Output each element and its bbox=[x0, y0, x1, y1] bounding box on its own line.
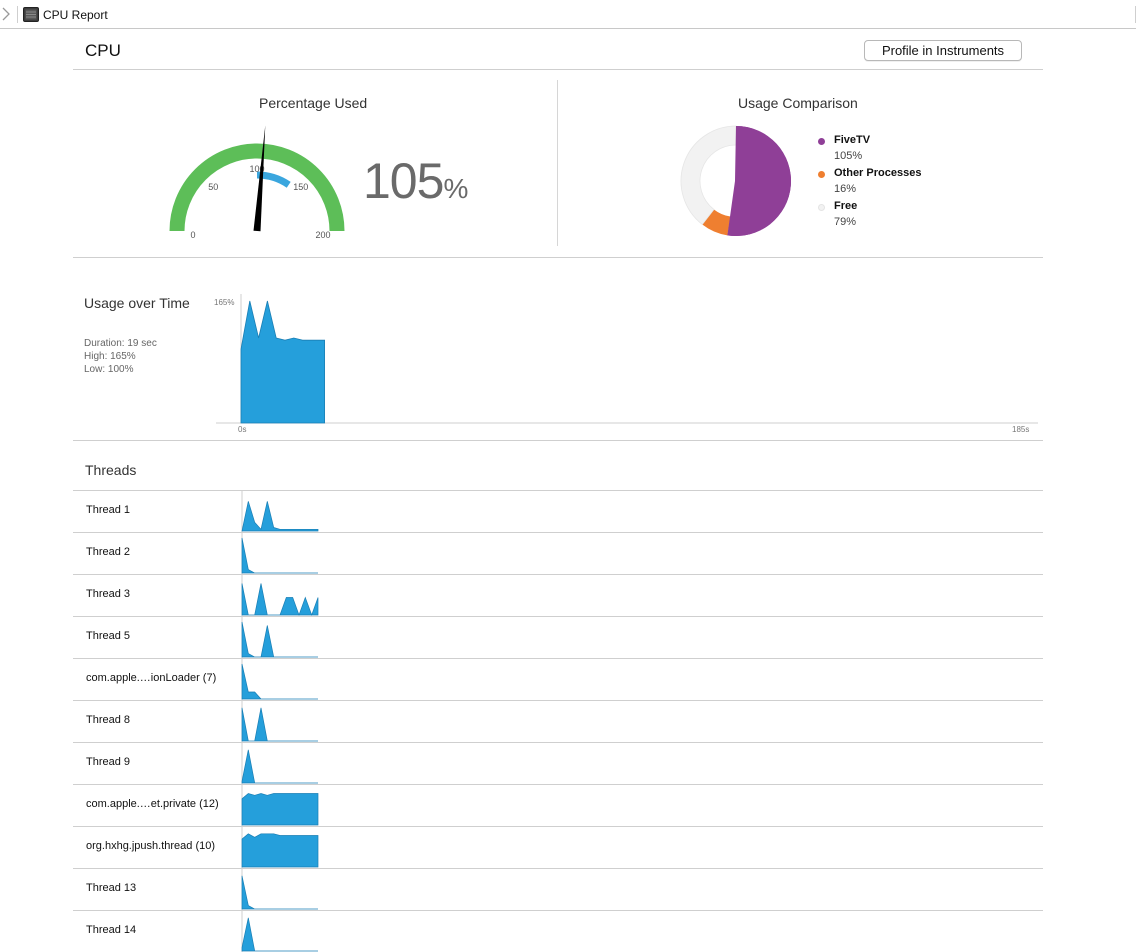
thread-activity-sparkline bbox=[241, 491, 319, 532]
threads-title: Threads bbox=[85, 462, 137, 478]
thread-row[interactable]: Thread 8 bbox=[73, 700, 1043, 742]
thread-activity-sparkline bbox=[241, 869, 318, 910]
thread-row[interactable]: org.hxhg.jpush.thread (10) bbox=[73, 826, 1043, 868]
legend-name: FiveTV bbox=[834, 134, 871, 146]
summary-divider bbox=[73, 257, 1043, 258]
percentage-readout: 105% bbox=[363, 152, 468, 218]
percentage-value: 105 bbox=[363, 153, 444, 209]
legend-dot bbox=[818, 138, 825, 145]
usage-comparison-legend: FiveTV 105% Other Processes 16% Free 79% bbox=[818, 134, 1018, 234]
thread-activity-sparkline bbox=[241, 575, 319, 617]
thread-name: Thread 13 bbox=[86, 882, 137, 894]
thread-activity-sparkline bbox=[241, 659, 318, 700]
donut-slice-fivetv-fill bbox=[727, 126, 791, 236]
thread-row[interactable]: Thread 3 bbox=[73, 574, 1043, 617]
thread-name: com.apple.…ionLoader (7) bbox=[86, 672, 217, 684]
thread-activity-sparkline bbox=[241, 701, 318, 742]
thread-activity-area bbox=[241, 833, 319, 868]
page-title: CPU bbox=[85, 41, 121, 60]
donut-slice-free bbox=[680, 125, 737, 226]
thread-activity-area bbox=[241, 707, 318, 742]
thread-name: Thread 14 bbox=[86, 924, 137, 936]
percentage-used-title: Percentage Used bbox=[259, 95, 368, 111]
legend-value: 105% bbox=[834, 150, 863, 162]
gauge-label-0: 0 bbox=[190, 230, 195, 240]
thread-activity-area bbox=[241, 501, 319, 532]
thread-activity-area bbox=[241, 583, 319, 617]
gauge-label-150: 150 bbox=[293, 182, 308, 192]
thread-name: Thread 5 bbox=[86, 630, 131, 642]
usage-comparison-donut bbox=[680, 125, 791, 236]
legend-item-free: Free 79% bbox=[818, 200, 1018, 230]
thread-row[interactable]: Thread 2 bbox=[73, 532, 1043, 574]
legend-dot bbox=[818, 204, 825, 211]
cpu-gauge: 0 50 100 150 200 bbox=[169, 125, 345, 240]
gauge-label-200: 200 bbox=[315, 230, 330, 240]
gauge-label-50: 50 bbox=[208, 182, 218, 192]
thread-name: com.apple.…et.private (12) bbox=[86, 798, 219, 810]
usage-comparison-title: Usage Comparison bbox=[738, 95, 858, 111]
thread-row[interactable]: Thread 14 bbox=[73, 910, 1043, 952]
usage-y-max-label: 165% bbox=[214, 298, 234, 307]
thread-name: org.hxhg.jpush.thread (10) bbox=[86, 840, 216, 852]
thread-name: Thread 9 bbox=[86, 756, 131, 768]
thread-row[interactable]: Thread 13 bbox=[73, 868, 1043, 910]
thread-row[interactable]: Thread 5 bbox=[73, 616, 1043, 658]
legend-name: Other Processes bbox=[834, 167, 922, 179]
titlebar-separator bbox=[17, 6, 18, 23]
header-divider bbox=[73, 69, 1043, 70]
thread-activity-area bbox=[241, 621, 318, 658]
thread-row[interactable]: Thread 1 bbox=[73, 490, 1043, 532]
thread-row[interactable]: Thread 9 bbox=[73, 742, 1043, 784]
cpu-report-icon bbox=[23, 7, 39, 22]
thread-activity-area bbox=[241, 917, 318, 952]
thread-activity-area bbox=[241, 537, 318, 574]
usage-low: Low: 100% bbox=[84, 364, 134, 375]
percentage-unit: % bbox=[443, 173, 469, 204]
legend-value: 16% bbox=[834, 183, 857, 195]
usage-over-time-title: Usage over Time bbox=[84, 295, 190, 311]
thread-activity-area bbox=[241, 793, 319, 826]
thread-activity-sparkline bbox=[241, 911, 318, 952]
thread-name: Thread 3 bbox=[86, 588, 131, 600]
legend-dot bbox=[818, 171, 825, 178]
usage-over-time-chart: 165% 0s 185s bbox=[214, 294, 1038, 434]
thread-name: Thread 1 bbox=[86, 504, 131, 516]
thread-activity-area bbox=[241, 875, 318, 910]
usage-divider bbox=[73, 440, 1043, 441]
legend-value: 79% bbox=[834, 216, 857, 228]
thread-activity-sparkline bbox=[241, 743, 318, 784]
thread-row[interactable]: com.apple.…et.private (12) bbox=[73, 784, 1043, 826]
thread-row[interactable]: com.apple.…ionLoader (7) bbox=[73, 658, 1043, 700]
thread-name: Thread 2 bbox=[86, 546, 131, 558]
legend-name: Free bbox=[834, 200, 858, 212]
thread-activity-sparkline bbox=[241, 827, 319, 868]
usage-area-series bbox=[240, 300, 325, 424]
section-divider bbox=[557, 80, 558, 246]
legend-item-other-processes: Other Processes 16% bbox=[818, 167, 1018, 197]
thread-activity-sparkline bbox=[241, 785, 319, 826]
window-titlebar: CPU Report bbox=[0, 0, 1136, 29]
chevron-right-icon[interactable] bbox=[0, 5, 14, 23]
thread-activity-sparkline bbox=[241, 617, 318, 658]
thread-activity-sparkline bbox=[241, 533, 318, 574]
usage-duration: Duration: 19 sec bbox=[84, 338, 157, 349]
thread-activity-area bbox=[241, 663, 318, 700]
window-title: CPU Report bbox=[43, 8, 108, 22]
thread-activity-area bbox=[241, 749, 318, 784]
usage-x-end-label: 185s bbox=[1012, 425, 1029, 434]
legend-item-fivetv: FiveTV 105% bbox=[818, 134, 1018, 164]
usage-high: High: 165% bbox=[84, 351, 136, 362]
thread-name: Thread 8 bbox=[86, 714, 131, 726]
usage-x-start-label: 0s bbox=[238, 425, 246, 434]
profile-in-instruments-button[interactable]: Profile in Instruments bbox=[864, 40, 1022, 61]
